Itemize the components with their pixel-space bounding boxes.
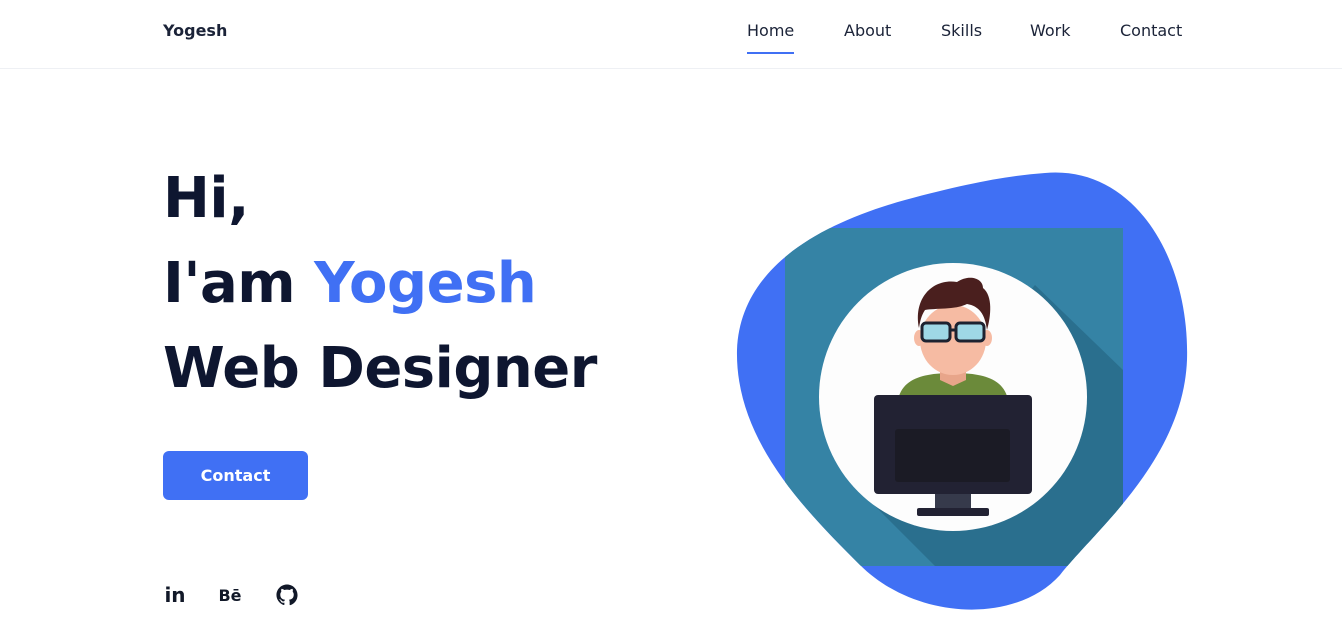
github-icon[interactable] (275, 583, 299, 607)
site-header: Yogesh Home About Skills Work Contact (0, 0, 1342, 69)
site-logo[interactable]: Yogesh (163, 21, 227, 40)
github-logo (276, 584, 298, 606)
hero-name: Yogesh (314, 251, 537, 316)
hero-intro: I'am Yogesh (163, 251, 537, 316)
hero-illustration (735, 170, 1190, 612)
linkedin-icon[interactable]: in (163, 583, 187, 607)
nav-skills[interactable]: Skills (941, 21, 982, 40)
nav-contact[interactable]: Contact (1120, 21, 1182, 40)
hero-role: Web Designer (163, 336, 597, 401)
designer-avatar-image (736, 172, 1188, 610)
contact-button[interactable]: Contact (163, 451, 308, 500)
nav-work[interactable]: Work (1030, 21, 1071, 40)
hero-greeting: Hi, (163, 166, 249, 231)
linkedin-glyph: in (164, 583, 186, 607)
hero-intro-prefix: I'am (163, 251, 315, 316)
nav-about[interactable]: About (844, 21, 891, 40)
behance-icon[interactable]: Bē (218, 583, 242, 607)
behance-glyph: Bē (218, 585, 242, 605)
nav-home[interactable]: Home (747, 21, 795, 54)
